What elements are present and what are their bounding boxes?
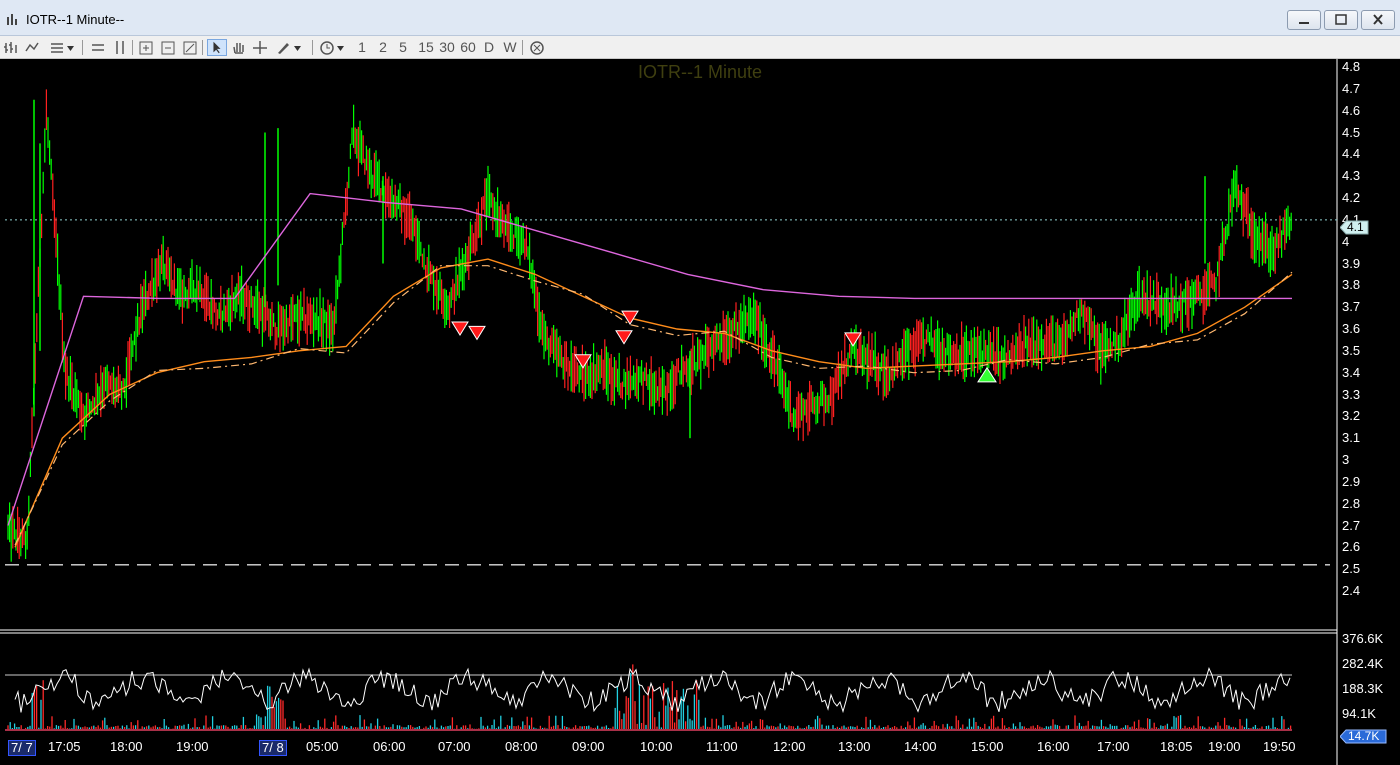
bar-style-icon[interactable] [3, 39, 19, 56]
price-tick-label: 4.5 [1342, 124, 1361, 140]
time-tick-label: 19:00 [1208, 739, 1241, 754]
price-tick-label: 4.6 [1342, 102, 1361, 118]
price-tick-label: 2.4 [1342, 583, 1361, 598]
interval-daily-button[interactable]: D [482, 39, 496, 56]
price-tick-label: 2.6 [1342, 539, 1361, 555]
current-price-label: 4.1 [1347, 220, 1364, 234]
interval-5-button[interactable]: 5 [397, 39, 409, 56]
window-titlebar: IOTR--1 Minute-- [0, 0, 1400, 36]
price-tick-label: 3.7 [1342, 299, 1361, 315]
zoom-out-icon[interactable] [160, 39, 176, 56]
time-tick-label: 14:00 [904, 739, 937, 754]
crosshair-icon[interactable] [252, 39, 268, 56]
pointer-cursor-icon[interactable] [207, 39, 227, 56]
hand-pan-icon[interactable] [230, 39, 248, 56]
volume-tick-label: 282.4K [1342, 656, 1384, 671]
price-chart[interactable] [0, 59, 1400, 765]
price-tick-label: 3.6 [1342, 321, 1361, 336]
time-tick-label: 17:05 [48, 739, 81, 754]
price-tick-label: 3.8 [1342, 277, 1361, 293]
price-tick-label: 4.2 [1342, 190, 1361, 205]
price-tick-label: 3.9 [1342, 255, 1361, 271]
sell-signal-marker [468, 325, 486, 341]
time-tick-label: 07:00 [438, 739, 471, 754]
chart-app-icon [7, 14, 17, 25]
chart-title: IOTR--1 Minute [637, 62, 763, 82]
toolbar-separator [312, 40, 313, 55]
volume-tick-label: 376.6K [1342, 631, 1384, 646]
horizontal-line-icon[interactable] [90, 39, 106, 56]
time-tick-label: 10:00 [640, 739, 673, 754]
line-style-icon[interactable] [24, 39, 40, 56]
close-icon [1373, 14, 1383, 25]
window-title: IOTR--1 Minute-- [26, 12, 125, 27]
time-tick-label: 7/ 7 [8, 740, 36, 756]
chart-toolbar: 1 2 5 15 30 60 D W [0, 36, 1400, 59]
time-tick-label: 12:00 [773, 739, 806, 754]
time-tick-label: 15:00 [971, 739, 1004, 754]
interval-weekly-button[interactable]: W [502, 39, 518, 56]
interval-30-button[interactable]: 30 [437, 39, 457, 56]
indicators-dropdown-icon[interactable] [48, 39, 78, 56]
zoom-in-icon[interactable] [138, 39, 154, 56]
sell-signal-marker [451, 321, 469, 336]
time-tick-label: 17:00 [1097, 739, 1130, 754]
time-tick-label: 18:00 [110, 739, 143, 754]
price-tick-label: 4.4 [1342, 146, 1361, 162]
interval-clock-dropdown-icon[interactable] [318, 39, 350, 56]
price-tick-label: 3.5 [1342, 342, 1361, 358]
price-tick-label: 4.7 [1342, 80, 1361, 96]
sell-signal-marker [621, 310, 639, 326]
time-tick-label: 13:00 [838, 739, 871, 754]
price-tick-label: 2.9 [1342, 473, 1361, 489]
sell-signal-marker [844, 332, 862, 347]
draw-tool-dropdown-icon[interactable] [274, 39, 306, 56]
volume-last-tag: 14.7K [1340, 729, 1388, 744]
cancel-icon[interactable] [529, 39, 545, 56]
time-tick-label: 11:00 [706, 739, 738, 754]
interval-1-button[interactable]: 1 [356, 39, 368, 56]
price-tick-label: 4.3 [1342, 168, 1361, 184]
interval-60-button[interactable]: 60 [458, 39, 478, 56]
price-tick-label: 2.5 [1342, 561, 1361, 577]
price-tick-label: 3.4 [1342, 364, 1361, 380]
toolbar-separator [82, 40, 83, 55]
minimize-icon [1299, 22, 1309, 24]
price-tick-label: 2.8 [1342, 495, 1361, 511]
volume-tick-label: 94.1K [1342, 706, 1376, 721]
time-tick-label: 05:00 [306, 739, 339, 754]
price-tick-label: 3.1 [1342, 430, 1361, 446]
time-tick-label: 08:00 [505, 739, 538, 754]
toolbar-separator [202, 40, 203, 55]
price-tick-label: 3.2 [1342, 408, 1361, 424]
zoom-reset-icon[interactable] [182, 39, 198, 56]
price-tick-label: 3.3 [1342, 386, 1361, 402]
time-tick-label: 06:00 [373, 739, 406, 754]
time-tick-label: 7/ 8 [259, 740, 287, 756]
price-tick-label: 3 [1342, 452, 1350, 467]
interval-2-button[interactable]: 2 [377, 39, 389, 56]
toolbar-separator [132, 40, 133, 55]
maximize-icon [1335, 14, 1347, 25]
time-tick-label: 18:05 [1160, 739, 1193, 754]
time-tick-label: 19:00 [176, 739, 209, 754]
price-tick-label: 2.7 [1342, 517, 1361, 533]
vertical-line-icon[interactable] [112, 39, 128, 56]
toolbar-separator [522, 40, 523, 55]
time-tick-label: 19:50 [1263, 739, 1296, 754]
price-tick-label: 4.8 [1342, 59, 1361, 74]
volume-tick-label: 188.3K [1342, 681, 1384, 696]
minimize-button[interactable] [1287, 10, 1321, 30]
maximize-button[interactable] [1324, 10, 1358, 30]
price-tick-label: 4 [1342, 233, 1350, 249]
interval-15-button[interactable]: 15 [416, 39, 436, 56]
sell-signal-marker [615, 330, 633, 345]
volume-last-label: 14.7K [1348, 729, 1380, 743]
time-tick-label: 16:00 [1037, 739, 1070, 754]
time-tick-label: 09:00 [572, 739, 605, 754]
current-price-tag: 4.1 [1340, 220, 1370, 235]
close-button[interactable] [1361, 10, 1395, 30]
